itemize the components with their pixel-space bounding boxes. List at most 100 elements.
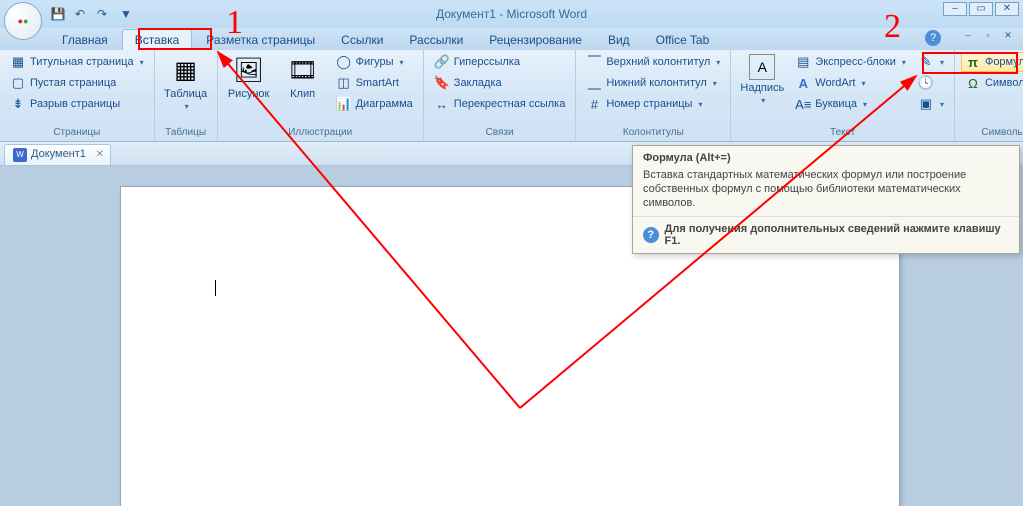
omega-icon: Ω — [965, 75, 981, 91]
document-tab-label: Документ1 — [31, 148, 86, 160]
date-time-button[interactable]: 🕓 — [914, 73, 948, 93]
minimize-button[interactable]: – — [943, 2, 967, 16]
chart-icon: 📊 — [336, 96, 352, 112]
save-icon[interactable]: 💾 — [50, 6, 66, 22]
quickparts-icon: ▤ — [795, 54, 811, 70]
group-links: 🔗 Гиперссылка 🔖 Закладка ↔ Перекрестная ссы… — [424, 50, 577, 141]
blank-page-icon: ▢ — [10, 75, 26, 91]
group-illustrations-label: Иллюстрации — [224, 127, 417, 141]
wordart-button[interactable]: AWordArt▾ — [791, 73, 910, 93]
signature-line-button[interactable]: ✎▾ — [914, 52, 948, 72]
pagenum-icon: # — [586, 96, 602, 112]
text-cursor — [215, 280, 216, 296]
equation-label: Формула — [985, 56, 1023, 68]
shapes-button[interactable]: ◯Фигуры▾ — [332, 52, 417, 72]
maximize-button[interactable]: ▭ — [969, 2, 993, 16]
hyperlink-icon: 🔗 — [434, 54, 450, 70]
object-icon: ▣ — [918, 96, 934, 112]
picture-icon: 🖼 — [233, 54, 265, 86]
group-links-label: Связи — [430, 127, 570, 141]
table-button[interactable]: ▦ Таблица▾ — [161, 52, 211, 115]
qat-dropdown-icon[interactable]: ▼ — [118, 6, 134, 22]
tooltip-body: Вставка стандартных математических форму… — [633, 166, 1019, 216]
bookmark-label: Закладка — [454, 77, 502, 89]
ribbon-restore-icon[interactable]: ▫ — [979, 30, 997, 42]
bookmark-icon: 🔖 — [434, 75, 450, 91]
group-pages-label: Страницы — [6, 127, 148, 141]
picture-button[interactable]: 🖼 Рисунок — [224, 52, 274, 102]
smartart-button[interactable]: ◫ SmartArt — [332, 73, 417, 93]
crossref-button[interactable]: ↔ Перекрестная ссылка — [430, 94, 570, 114]
close-button[interactable]: ✕ — [995, 2, 1019, 16]
blank-page-label: Пустая страница — [30, 77, 116, 89]
tab-home[interactable]: Главная — [50, 30, 120, 50]
equation-tooltip: Формула (Alt+=) Вставка стандартных мате… — [632, 145, 1020, 254]
undo-icon[interactable]: ↶ — [72, 6, 88, 22]
clip-label: Клип — [290, 88, 315, 100]
smartart-label: SmartArt — [356, 77, 399, 89]
blank-page-button[interactable]: ▢ Пустая страница — [6, 73, 148, 93]
group-text: AНадпись▾ ▤Экспресс-блоки▾ AWordArt▾ A≡Б… — [731, 50, 955, 141]
clip-button[interactable]: 🎞Клип — [278, 52, 328, 102]
page-number-button[interactable]: #Номер страницы▾ — [582, 94, 724, 114]
document-tab[interactable]: WДокумент1 ✕ — [4, 144, 111, 165]
wordart-label: WordArt — [815, 77, 855, 89]
dropcap-button[interactable]: A≡Буквица▾ — [791, 94, 910, 114]
tab-insert[interactable]: Вставка — [122, 29, 193, 50]
tooltip-title: Формула (Alt+=) — [633, 146, 1019, 166]
textbox-button[interactable]: AНадпись▾ — [737, 52, 787, 109]
chart-button[interactable]: 📊Диаграмма — [332, 94, 417, 114]
bookmark-button[interactable]: 🔖 Закладка — [430, 73, 570, 93]
ribbon-close-icon[interactable]: ✕ — [999, 30, 1017, 42]
shapes-label: Фигуры — [356, 56, 394, 68]
tab-review[interactable]: Рецензирование — [477, 30, 594, 50]
group-hf-label: Колонтитулы — [582, 127, 724, 141]
textbox-icon: A — [749, 54, 775, 80]
equation-button[interactable]: πФормула▾ — [961, 52, 1023, 72]
tab-office-tab[interactable]: Office Tab — [644, 30, 722, 50]
tab-page-layout[interactable]: Разметка страницы — [194, 30, 327, 50]
group-header-footer: ⎺Верхний колонтитул▾ ⎽Нижний колонтитул▾… — [576, 50, 731, 141]
tooltip-footer: Для получения дополнительных сведений на… — [665, 223, 1009, 247]
close-doc-icon[interactable]: ✕ — [96, 149, 104, 160]
smartart-icon: ◫ — [336, 75, 352, 91]
page-icon: ▦ — [10, 54, 26, 70]
quick-parts-button[interactable]: ▤Экспресс-блоки▾ — [791, 52, 910, 72]
table-icon: ▦ — [170, 54, 202, 86]
group-text-label: Текст — [737, 127, 948, 141]
object-button[interactable]: ▣▾ — [914, 94, 948, 114]
symbol-label: Символ — [985, 77, 1023, 89]
tab-view[interactable]: Вид — [596, 30, 642, 50]
textbox-label: Надпись — [740, 82, 784, 94]
quick-access-toolbar: 💾 ↶ ↷ ▼ — [50, 6, 134, 22]
ribbon-minimize-icon[interactable]: – — [959, 30, 977, 42]
help-icon[interactable]: ? — [925, 30, 941, 46]
title-page-button[interactable]: ▦Титульная страница▾ — [6, 52, 148, 72]
pi-icon: π — [965, 54, 981, 70]
crossref-icon: ↔ — [434, 96, 450, 112]
tab-references[interactable]: Ссылки — [329, 30, 395, 50]
group-symbols: πФормула▾ ΩСимвол▾ Символы — [955, 50, 1023, 141]
tab-mailings[interactable]: Рассылки — [397, 30, 475, 50]
shapes-icon: ◯ — [336, 54, 352, 70]
wordart-icon: A — [795, 75, 811, 91]
header-button[interactable]: ⎺Верхний колонтитул▾ — [582, 52, 724, 72]
signature-icon: ✎ — [918, 54, 934, 70]
picture-label: Рисунок — [228, 88, 270, 100]
hyperlink-button[interactable]: 🔗 Гиперссылка — [430, 52, 570, 72]
group-tables-label: Таблицы — [161, 127, 211, 141]
footer-icon: ⎽ — [586, 75, 602, 91]
office-button[interactable]: ●● — [4, 2, 42, 40]
crossref-label: Перекрестная ссылка — [454, 98, 566, 110]
group-pages: ▦Титульная страница▾ ▢ Пустая страница ⇟Р… — [0, 50, 155, 141]
dropcap-icon: A≡ — [795, 96, 811, 112]
help-circle-icon: ? — [643, 227, 659, 243]
group-illustrations: 🖼Рисунок 🎞Клип ◯Фигуры▾ ◫SmartArt 📊Диагр… — [218, 50, 424, 141]
symbol-button[interactable]: ΩСимвол▾ — [961, 73, 1023, 93]
break-icon: ⇟ — [10, 96, 26, 112]
dropcap-label: Буквица — [815, 98, 857, 110]
hyperlink-label: Гиперссылка — [454, 56, 520, 68]
footer-button[interactable]: ⎽Нижний колонтитул▾ — [582, 73, 724, 93]
page-break-button[interactable]: ⇟Разрыв страницы — [6, 94, 148, 114]
redo-icon[interactable]: ↷ — [94, 6, 110, 22]
